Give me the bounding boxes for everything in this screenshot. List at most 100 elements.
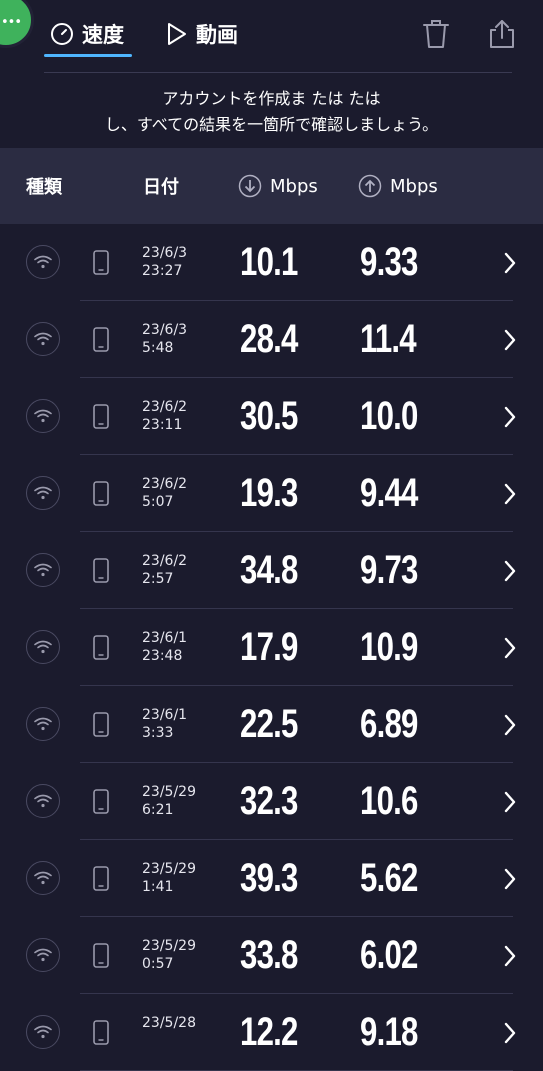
upload-speed: 6.02 <box>360 933 418 977</box>
connection-type-badge <box>26 322 60 356</box>
connection-type-badge <box>26 938 60 972</box>
chevron-right-icon[interactable] <box>503 251 517 275</box>
download-speed: 22.5 <box>240 702 298 746</box>
wifi-icon <box>34 871 52 885</box>
result-time: 5:48 <box>142 340 174 356</box>
result-date: 23/6/2 <box>142 399 188 415</box>
download-speed: 34.8 <box>240 548 298 592</box>
result-date: 23/5/29 <box>142 861 196 877</box>
chevron-right-icon[interactable] <box>503 636 517 660</box>
result-datetime: 23/6/2 5:07 <box>142 475 187 511</box>
tab-video-label: 動画 <box>196 23 238 47</box>
result-row[interactable]: 23/6/2 5:07 19.3 9.44 <box>0 455 543 532</box>
chevron-right-icon[interactable] <box>503 559 517 583</box>
column-type[interactable]: 種類 <box>26 148 62 224</box>
download-speed: 12.2 <box>240 1010 298 1054</box>
result-row[interactable]: 23/5/29 6:21 32.3 10.6 <box>0 763 543 840</box>
promo-line-1: アカウントを作成ま たは たは <box>162 89 381 108</box>
wifi-icon <box>34 563 52 577</box>
result-datetime: 23/5/29 0:57 <box>142 937 196 973</box>
connection-type-badge <box>26 784 60 818</box>
result-row[interactable]: 23/5/29 0:57 33.8 6.02 <box>0 917 543 994</box>
active-tab-indicator <box>44 54 132 57</box>
chevron-right-icon[interactable] <box>503 405 517 429</box>
wifi-icon <box>34 640 52 654</box>
speedometer-icon <box>51 23 73 45</box>
chevron-right-icon[interactable] <box>503 328 517 352</box>
result-date: 23/5/29 <box>142 784 196 800</box>
result-datetime: 23/6/3 5:48 <box>142 321 187 357</box>
chevron-right-icon[interactable] <box>503 790 517 814</box>
phone-icon <box>93 327 109 352</box>
result-datetime: 23/5/28 <box>142 1014 196 1032</box>
result-row[interactable]: 23/6/3 5:48 28.4 11.4 <box>0 301 543 378</box>
top-bar: ••• 速度 動画 アカウントを作成ま たは たは し、すべての結果を一箇所で確… <box>0 0 543 148</box>
phone-icon <box>93 481 109 506</box>
tab-video[interactable]: 動画 <box>166 16 238 52</box>
create-account-prompt[interactable]: アカウントを作成ま たは たは し、すべての結果を一箇所で確認しましょう。 <box>0 86 543 138</box>
result-row[interactable]: 23/5/29 1:41 39.3 5.62 <box>0 840 543 917</box>
chevron-right-icon[interactable] <box>503 482 517 506</box>
tab-speed[interactable]: 速度 <box>50 16 124 52</box>
upload-speed: 11.4 <box>360 317 417 361</box>
column-date[interactable]: 日付 <box>143 148 179 224</box>
result-datetime: 23/6/3 23:27 <box>142 244 187 280</box>
phone-icon <box>93 404 109 429</box>
result-time: 6:21 <box>142 802 174 818</box>
result-row[interactable]: 23/6/2 2:57 34.8 9.73 <box>0 532 543 609</box>
promo-line-2: し、すべての結果を一箇所で確認しましょう。 <box>104 115 439 134</box>
result-row[interactable]: 23/5/28 12.2 9.18 <box>0 994 543 1071</box>
result-datetime: 23/5/29 6:21 <box>142 783 196 819</box>
result-row[interactable]: 23/6/2 23:11 30.5 10.0 <box>0 378 543 455</box>
upload-speed: 5.62 <box>360 856 418 900</box>
phone-icon <box>93 866 109 891</box>
chevron-right-icon[interactable] <box>503 944 517 968</box>
download-speed: 19.3 <box>240 471 298 515</box>
result-time: 23:48 <box>142 648 183 664</box>
result-time: 23:27 <box>142 263 183 279</box>
connection-type-badge <box>26 707 60 741</box>
share-icon <box>490 20 514 48</box>
result-date: 23/5/28 <box>142 1015 196 1031</box>
result-row[interactable]: 23/6/3 23:27 10.1 9.33 <box>0 224 543 301</box>
result-time: 2:57 <box>142 571 174 587</box>
download-unit-label: Mbps <box>270 175 318 197</box>
upload-speed: 6.89 <box>360 702 418 746</box>
column-download[interactable]: Mbps <box>238 148 318 224</box>
connection-type-badge <box>26 1015 60 1049</box>
trash-icon <box>423 20 449 48</box>
wifi-icon <box>34 794 52 808</box>
wifi-icon <box>34 1025 52 1039</box>
top-divider <box>44 72 512 73</box>
result-date: 23/6/1 <box>142 707 188 723</box>
result-datetime: 23/6/2 2:57 <box>142 552 187 588</box>
share-button[interactable] <box>484 16 520 52</box>
upload-arrow-icon <box>358 174 382 198</box>
upload-speed: 9.73 <box>360 548 418 592</box>
chevron-right-icon[interactable] <box>503 713 517 737</box>
chevron-right-icon[interactable] <box>503 1021 517 1045</box>
download-speed: 28.4 <box>240 317 298 361</box>
phone-icon <box>93 789 109 814</box>
connection-type-badge <box>26 476 60 510</box>
tab-speed-label: 速度 <box>82 23 124 47</box>
connection-type-badge <box>26 553 60 587</box>
upload-speed: 9.44 <box>360 471 418 515</box>
wifi-icon <box>34 717 52 731</box>
phone-icon <box>93 558 109 583</box>
menu-avatar-button[interactable]: ••• <box>0 0 34 48</box>
results-header: 種類 日付 Mbps Mbps <box>0 148 543 224</box>
upload-speed: 9.18 <box>360 1010 418 1054</box>
chevron-right-icon[interactable] <box>503 867 517 891</box>
result-time: 3:33 <box>142 725 174 741</box>
result-datetime: 23/5/29 1:41 <box>142 860 196 896</box>
delete-button[interactable] <box>418 16 454 52</box>
more-dots-icon: ••• <box>0 15 22 30</box>
column-upload[interactable]: Mbps <box>358 148 438 224</box>
result-date: 23/5/29 <box>142 938 196 954</box>
result-row[interactable]: 23/6/1 23:48 17.9 10.9 <box>0 609 543 686</box>
wifi-icon <box>34 486 52 500</box>
download-speed: 17.9 <box>240 625 298 669</box>
result-row[interactable]: 23/6/1 3:33 22.5 6.89 <box>0 686 543 763</box>
result-time: 1:41 <box>142 879 174 895</box>
